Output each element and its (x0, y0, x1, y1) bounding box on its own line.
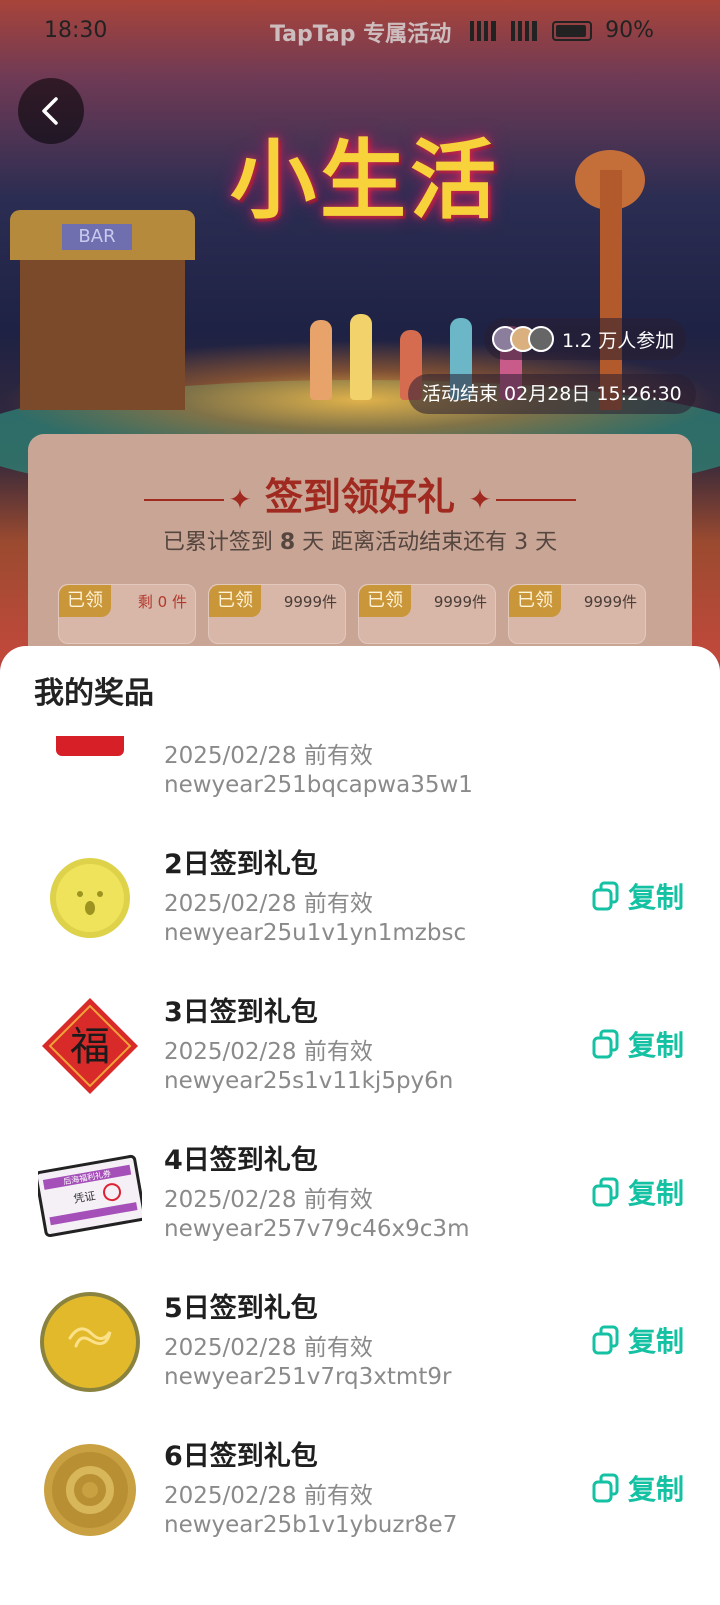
prize-name: 4日签到礼包 (164, 1145, 318, 1176)
signin-stats: 已累计签到 8 天 距离活动结束还有 3 天 (162, 530, 558, 555)
prize-valid-date: 2025/02/28 前有效 (164, 1483, 373, 1509)
prize-valid-date: 2025/02/28 前有效 (164, 1187, 373, 1213)
event-end-time: 活动结束 02月28日 15:26:30 (408, 374, 696, 414)
back-button[interactable] (18, 78, 84, 144)
bronze-coin-icon (38, 1438, 142, 1542)
red-envelope-fu-icon: 福 (38, 736, 142, 802)
my-prizes-sheet: 我的奖品 福 2025/02/28 前有效 newyear251bqcapwa3… (0, 646, 720, 1605)
copy-icon (592, 1177, 619, 1207)
prize-item: 福 3日签到礼包 2025/02/28 前有效 newyear25s1v11kj… (0, 976, 720, 1124)
reward-slot[interactable]: 已领 剩 0 件 (58, 584, 196, 644)
prize-item: 6日签到礼包 2025/02/28 前有效 newyear25b1v1ybuzr… (0, 1420, 720, 1568)
battery-icon (552, 21, 593, 41)
claimed-tag: 已领 (509, 585, 561, 617)
sparkle-icon: ✦ (228, 483, 252, 516)
gold-snake-coin-icon (38, 1290, 142, 1394)
days-left: 3 (514, 530, 529, 555)
prize-valid-date: 2025/02/28 前有效 (164, 891, 373, 917)
signin-heading: ✦ 签到领好礼 ✦ (28, 466, 692, 521)
reward-slot[interactable]: 已领 9999件 (358, 584, 496, 644)
remaining-count: 9999件 (283, 593, 337, 611)
copy-icon (592, 1473, 619, 1503)
copy-button[interactable]: 复制 (592, 1320, 684, 1360)
sparkle-icon: ✦ (468, 483, 492, 516)
prize-code: newyear251v7rq3xtmt9r (164, 1364, 452, 1390)
reward-slots: 已领 剩 0 件 已领 9999件 已领 9999件 已领 9999件 (58, 584, 678, 644)
participants-count: 1.2 万人参加 (562, 329, 675, 352)
participants-badge: 1.2 万人参加 (484, 318, 687, 360)
prize-list[interactable]: 福 2025/02/28 前有效 newyear251bqcapwa35w1 复… (0, 736, 720, 1605)
status-bar: 18:30 TapTap 专属活动 90% (0, 0, 720, 64)
reward-slot[interactable]: 已领 9999件 (508, 584, 646, 644)
prize-name: 6日签到礼包 (164, 1441, 318, 1472)
signed-days: 8 (279, 530, 296, 555)
voucher-ticket-icon: 后海福利礼券 凭证 (34, 1142, 147, 1246)
prize-name: 2日签到礼包 (164, 849, 318, 880)
copy-icon (592, 1029, 619, 1059)
chevron-left-icon (42, 97, 58, 125)
prize-code: newyear25s1v11kj5py6n (164, 1068, 454, 1094)
event-title: 小生活 (230, 131, 500, 231)
fu-diamond-icon: 福 (38, 994, 142, 1098)
copy-icon (592, 881, 619, 911)
claimed-tag: 已领 (59, 585, 111, 617)
remaining-count: 9999件 (433, 593, 487, 611)
prize-code: newyear251bqcapwa35w1 (164, 772, 473, 798)
prize-name: 5日签到礼包 (164, 1293, 318, 1324)
battery-percent: 90% (605, 18, 654, 43)
status-right: 90% (470, 18, 654, 43)
copy-button[interactable]: 复制 (592, 1172, 684, 1212)
copy-button[interactable]: 复制 (592, 876, 684, 916)
copy-icon (592, 1325, 619, 1355)
avatar (528, 326, 554, 352)
copy-button[interactable]: 复制 (592, 1468, 684, 1508)
status-center-text: TapTap 专属活动 (270, 22, 452, 47)
sheet-title: 我的奖品 (34, 676, 154, 711)
prize-name: 3日签到礼包 (164, 997, 318, 1028)
prize-item: 后海福利礼券 凭证 4日签到礼包 2025/02/28 前有效 newyear2… (0, 1124, 720, 1272)
prize-valid-date: 2025/02/28 前有效 (164, 1335, 373, 1361)
claimed-tag: 已领 (359, 585, 411, 617)
claimed-tag: 已领 (209, 585, 261, 617)
signin-heading-text: 签到领好礼 (264, 475, 455, 519)
reward-slot[interactable]: 已领 9999件 (208, 584, 346, 644)
yellow-coin-icon (38, 846, 142, 950)
signal-icon (511, 21, 538, 41)
prize-code: newyear25b1v1ybuzr8e7 (164, 1512, 458, 1538)
prize-valid-date: 2025/02/28 前有效 (164, 743, 373, 769)
prize-item: 2日签到礼包 2025/02/28 前有效 newyear25u1v1yn1mz… (0, 828, 720, 976)
bar-hut-illustration: BAR (10, 210, 195, 410)
prize-code: newyear257v79c46x9c3m (164, 1216, 470, 1242)
bar-sign: BAR (62, 224, 132, 250)
fu-char: 福 (70, 1024, 110, 1070)
copy-button[interactable]: 复制 (592, 1024, 684, 1064)
remaining-count: 剩 0 件 (137, 593, 187, 611)
prize-code: newyear25u1v1yn1mzbsc (164, 920, 467, 946)
prize-valid-date: 2025/02/28 前有效 (164, 1039, 373, 1065)
signal-icon (470, 21, 497, 41)
remaining-count: 9999件 (583, 593, 637, 611)
prize-item: 福 2025/02/28 前有效 newyear251bqcapwa35w1 复… (0, 736, 720, 828)
status-time: 18:30 (44, 18, 108, 43)
prize-item: 5日签到礼包 2025/02/28 前有效 newyear251v7rq3xtm… (0, 1272, 720, 1420)
